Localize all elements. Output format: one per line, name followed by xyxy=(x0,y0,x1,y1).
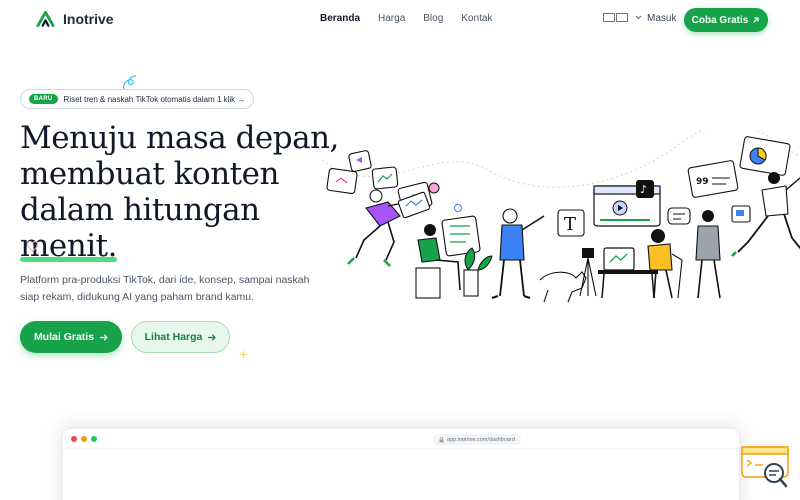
start-free-label: Mulai Gratis xyxy=(33,331,95,343)
announcement-badge[interactable]: BARU Riset tren & naskah TikTok otomatis… xyxy=(20,89,255,109)
video-editor-screen: ♪ xyxy=(593,180,661,227)
headline-line-2: membuat konten xyxy=(20,156,279,192)
new-tag: BARU xyxy=(29,94,58,104)
announcement-text: Riset tren & naskah TikTok otomatis dala… xyxy=(63,94,246,104)
chevron-down-icon xyxy=(635,15,642,20)
heart-decoration-icon xyxy=(26,240,39,252)
arrow-up-right-icon xyxy=(753,17,759,23)
try-free-button[interactable]: Coba Gratis xyxy=(684,8,768,32)
hero-illustration: T ♪ 99 xyxy=(321,130,800,303)
view-pricing-label: Lihat Harga xyxy=(144,331,203,343)
person-sitting-checklist xyxy=(415,215,493,299)
svg-text:T: T xyxy=(564,214,576,235)
floating-cards-left xyxy=(326,150,462,213)
help-search-widget-icon[interactable] xyxy=(741,446,789,488)
window-maximize-dot xyxy=(91,435,97,442)
svg-text:99: 99 xyxy=(696,177,709,187)
nav-link-beranda[interactable]: Beranda xyxy=(320,13,360,24)
window-minimize-dot xyxy=(81,435,87,442)
nav-link-kontak[interactable]: Kontak xyxy=(461,13,492,24)
window-close-dot xyxy=(71,435,77,442)
brand-name: Inotrive xyxy=(63,11,114,27)
person-pointing xyxy=(491,208,545,299)
arrow-right-icon xyxy=(208,333,217,341)
person-jumping xyxy=(347,189,431,267)
top-navigation: Inotrive Beranda Harga Blog Kontak Masuk… xyxy=(0,0,800,40)
view-pricing-button[interactable]: Lihat Harga xyxy=(131,321,230,353)
hero-subtitle: Platform pra-produksi TikTok, dari ide, … xyxy=(20,274,310,303)
nav-links: Beranda Harga Blog Kontak xyxy=(320,13,492,24)
dog-illustration xyxy=(539,271,587,303)
flag-icon xyxy=(603,13,615,22)
brand-logo[interactable]: Inotrive xyxy=(36,11,114,27)
language-selector[interactable] xyxy=(603,13,642,22)
try-free-label: Coba Gratis xyxy=(691,14,749,26)
svg-text:♪: ♪ xyxy=(640,183,647,196)
arrow-right-icon xyxy=(100,333,108,341)
nav-link-harga[interactable]: Harga xyxy=(378,13,405,24)
person-at-laptop xyxy=(598,229,683,299)
nav-link-blog[interactable]: Blog xyxy=(423,13,443,24)
lock-icon xyxy=(439,436,444,442)
logo-icon xyxy=(36,11,55,27)
browser-url-text: app.inotrive.com/dashboard xyxy=(447,436,515,443)
flag-icon xyxy=(616,13,628,22)
browser-url-bar: app.inotrive.com/dashboard xyxy=(433,434,521,445)
sparkle-icon xyxy=(239,350,248,359)
login-link[interactable]: Masuk xyxy=(647,13,676,24)
headline-line-1: Menuju masa depan, xyxy=(20,120,339,156)
browser-toolbar xyxy=(63,429,739,449)
headline-line-3: dalam hitungan xyxy=(20,192,260,228)
dashboard-preview-window: app.inotrive.com/dashboard xyxy=(62,428,740,500)
hero-headline: Menuju masa depan, membuat konten dalam … xyxy=(20,120,340,264)
start-free-button[interactable]: Mulai Gratis xyxy=(20,321,122,353)
person-standing-right xyxy=(695,210,721,299)
